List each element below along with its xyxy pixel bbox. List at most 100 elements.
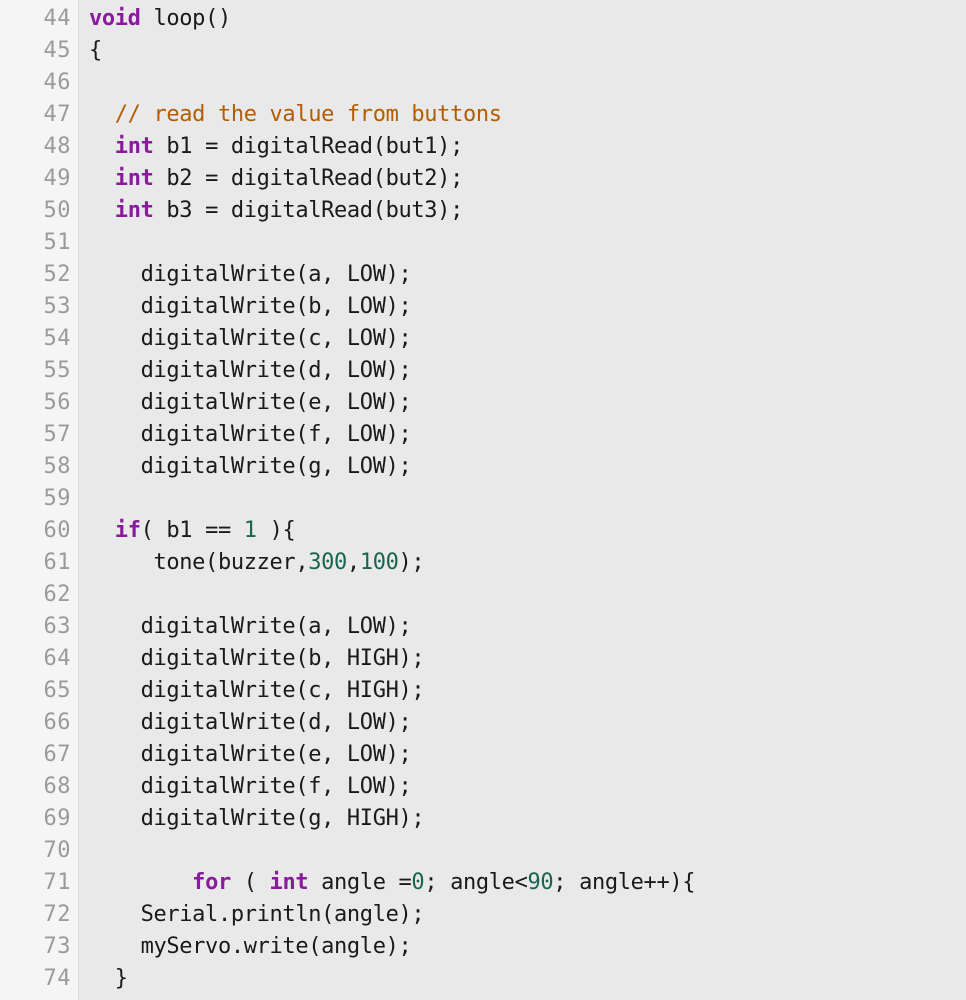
code-token-plain: digitalWrite(d, LOW); [89,358,412,383]
code-line[interactable]: int b1 = digitalRead(but1); [89,131,966,163]
code-line[interactable] [89,67,966,99]
line-number: 46 [43,70,71,95]
code-line[interactable]: digitalWrite(b, HIGH); [89,643,966,675]
code-token-plain: b3 = digitalRead(but3); [153,198,463,223]
line-number: 47 [43,102,71,127]
code-line[interactable] [89,579,966,611]
code-token-plain: digitalWrite(b, HIGH); [89,646,425,671]
line-number: 48 [43,134,71,159]
line-number: 62 [43,582,71,607]
code-token-plain: { [89,38,102,63]
code-line[interactable]: digitalWrite(g, HIGH); [89,803,966,835]
code-line[interactable]: // read the value from buttons [89,99,966,131]
code-token-plain: b1 = digitalRead(but1); [153,134,463,159]
line-number: 53 [43,294,71,319]
code-line[interactable] [89,835,966,867]
line-number: 54 [43,326,71,351]
code-line[interactable]: digitalWrite(a, LOW); [89,611,966,643]
code-token-number: 100 [359,550,399,575]
code-token-plain: b2 = digitalRead(but2); [153,166,463,191]
line-number: 63 [43,614,71,639]
code-line[interactable]: digitalWrite(f, LOW); [89,771,966,803]
code-editor[interactable]: 44 45 46 47 48 49 50 51 52 53 54 55 56 57 58 59 60 61 62 63… [0,0,966,1000]
code-line[interactable]: digitalWrite(c, LOW); [89,323,966,355]
code-token-number: 0 [411,870,425,895]
code-token-plain: } [89,966,128,991]
line-number: 69 [43,806,71,831]
code-line[interactable] [89,483,966,515]
code-token-plain: tone(buzzer, [89,550,309,575]
code-line[interactable]: digitalWrite(g, LOW); [89,451,966,483]
line-number: 67 [43,742,71,767]
code-line[interactable]: digitalWrite(b, LOW); [89,291,966,323]
line-number: 45 [43,38,71,63]
code-token-comment: // read the value from buttons [89,102,502,127]
line-number: 57 [43,422,71,447]
code-token-plain: digitalWrite(a, LOW); [89,262,412,287]
code-line[interactable]: { [89,35,966,67]
code-token-plain: Serial.println(angle); [89,902,425,927]
code-line[interactable]: tone(buzzer,300,100); [89,547,966,579]
code-line[interactable]: Serial.println(angle); [89,899,966,931]
code-line[interactable]: digitalWrite(e, LOW); [89,387,966,419]
code-token-keyword: void [89,6,141,31]
line-number: 59 [43,486,71,511]
code-token-keyword: int [114,166,154,191]
code-line[interactable]: for ( int angle =0; angle<90; angle++){ [89,867,966,899]
code-token-plain: digitalWrite(e, LOW); [89,742,412,767]
code-line[interactable]: digitalWrite(c, HIGH); [89,675,966,707]
line-number: 66 [43,710,71,735]
line-number: 61 [43,550,71,575]
code-line[interactable]: digitalWrite(f, LOW); [89,419,966,451]
line-number: 64 [43,646,71,671]
code-line[interactable]: digitalWrite(e, LOW); [89,739,966,771]
code-token-plain: digitalWrite(e, LOW); [89,390,412,415]
code-token-number: 90 [527,870,554,895]
line-number: 50 [43,198,71,223]
code-token-plain: digitalWrite(b, LOW); [89,294,412,319]
line-number: 74 [43,966,71,991]
code-line[interactable]: if( b1 == 1 ){ [89,515,966,547]
code-line[interactable]: digitalWrite(d, LOW); [89,355,966,387]
code-token-plain: digitalWrite(d, LOW); [89,710,412,735]
code-token-keyword: int [114,198,154,223]
code-line[interactable] [89,227,966,259]
line-number: 51 [43,230,71,255]
code-content-area[interactable]: void loop() { // read the value from butt… [79,0,966,1000]
code-token-plain: ; angle++){ [553,870,696,895]
line-number: 72 [43,902,71,927]
code-token-plain: loop() [140,6,231,31]
line-number: 44 [43,6,71,31]
code-token-plain: ){ [256,518,296,543]
code-token-keyword: int [114,134,154,159]
code-line[interactable]: } [89,963,966,995]
code-token-plain: ; angle< [424,870,528,895]
code-token-keyword: for [192,870,231,895]
code-line[interactable]: void loop() [89,3,966,35]
line-number: 68 [43,774,71,799]
line-number: 71 [43,870,71,895]
code-line[interactable]: int b3 = digitalRead(but3); [89,195,966,227]
code-line[interactable]: digitalWrite(a, LOW); [89,259,966,291]
code-token-plain: ( [230,870,270,895]
line-number: 60 [43,518,71,543]
code-token-keyword: if [114,518,141,543]
code-token-plain: digitalWrite(f, LOW); [89,422,412,447]
code-token-plain: ( b1 == [140,518,244,543]
code-token-plain: digitalWrite(f, LOW); [89,774,412,799]
line-number: 56 [43,390,71,415]
line-number: 52 [43,262,71,287]
code-line[interactable]: int b2 = digitalRead(but2); [89,163,966,195]
code-line[interactable]: myServo.write(angle); [89,931,966,963]
line-number: 49 [43,166,71,191]
code-token-plain: , [346,550,360,575]
code-token-keyword: int [269,870,309,895]
code-token-plain: digitalWrite(c, LOW); [89,326,412,351]
code-token-number: 1 [243,518,257,543]
line-number: 65 [43,678,71,703]
code-line[interactable]: digitalWrite(d, LOW); [89,707,966,739]
